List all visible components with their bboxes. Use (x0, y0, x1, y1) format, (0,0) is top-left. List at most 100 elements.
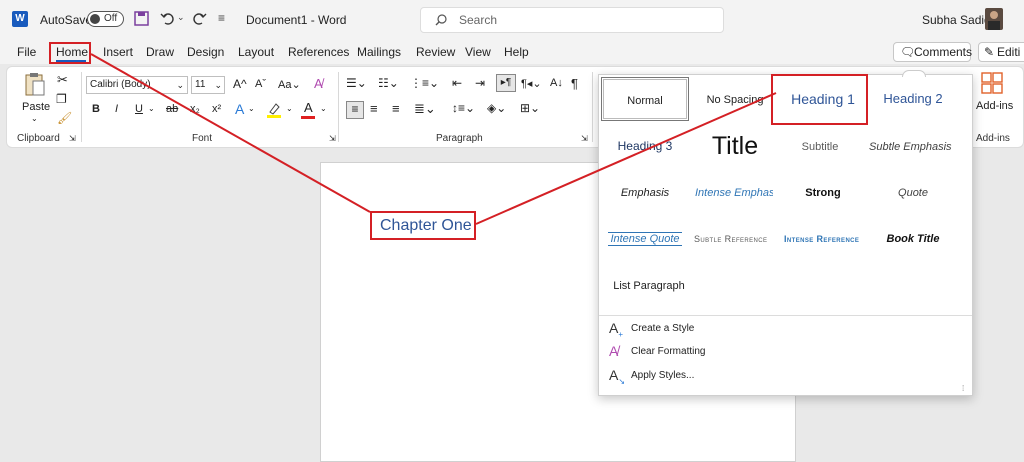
align-center-icon[interactable]: ≡ (370, 101, 378, 116)
justify-icon[interactable]: ≣⌄ (414, 101, 436, 117)
strikethrough-button[interactable]: ab (166, 103, 178, 115)
font-name-select[interactable]: Calibri (Body) ⌄ (86, 76, 188, 94)
apply-styles-icon: A↘ (609, 367, 626, 386)
show-marks-icon[interactable]: ¶ (571, 76, 578, 91)
avatar[interactable] (985, 8, 1003, 30)
underline-dropdown-icon[interactable]: ⌄ (148, 104, 155, 113)
comments-button[interactable]: 🗨 Comments (893, 42, 972, 62)
redo-icon[interactable] (191, 11, 207, 26)
undo-dropdown-icon[interactable]: ⌄ (177, 12, 185, 23)
style-normal[interactable]: Normal (601, 77, 689, 121)
editing-label: Editi (997, 45, 1021, 59)
highlight-dropdown-icon[interactable]: ⌄ (286, 104, 293, 113)
style-intense-emphasis[interactable]: Intense Emphasis (691, 170, 773, 214)
group-divider (81, 72, 82, 142)
save-icon[interactable] (134, 11, 149, 26)
style-strong[interactable]: Strong (779, 170, 867, 214)
paste-label[interactable]: Paste (22, 101, 50, 113)
subscript-button[interactable]: x₂ (190, 103, 200, 115)
bullets-icon[interactable]: ☰⌄ (346, 76, 367, 90)
style-label: Quote (898, 187, 928, 199)
editing-button[interactable]: ✎ Editi (978, 42, 1024, 62)
create-style-icon: A+ (609, 320, 624, 339)
tab-draw[interactable]: Draw (146, 45, 174, 59)
font-color-icon[interactable]: A (304, 100, 313, 115)
clipboard-launcher-icon[interactable]: ⇲ (69, 134, 76, 143)
clear-formatting-command[interactable]: Clear Formatting (631, 346, 705, 357)
customize-toolbar-icon[interactable]: ≡ (218, 11, 225, 25)
style-label: Normal (627, 95, 663, 107)
group-divider (338, 72, 339, 142)
tab-layout[interactable]: Layout (238, 45, 274, 59)
increase-indent-icon[interactable]: ⇥ (475, 76, 485, 90)
tab-file[interactable]: File (17, 45, 36, 59)
borders-icon[interactable]: ⊞⌄ (520, 101, 540, 115)
style-subtle-reference[interactable]: Subtle Reference (691, 216, 776, 260)
chapter-heading-text[interactable]: Chapter One (380, 217, 472, 235)
tab-mailings[interactable]: Mailings (357, 45, 401, 59)
font-color-dropdown-icon[interactable]: ⌄ (320, 104, 327, 113)
copy-icon[interactable]: ❐ (56, 92, 67, 106)
style-quote[interactable]: Quote (869, 170, 957, 214)
addins-icon[interactable] (981, 72, 1003, 94)
tab-review[interactable]: Review (416, 45, 455, 59)
apply-styles-command[interactable]: Apply Styles... (631, 370, 694, 381)
style-emphasis[interactable]: Emphasis (601, 170, 689, 214)
ltr-direction-icon[interactable]: ▸¶ (496, 74, 516, 92)
font-size-select[interactable]: 11 ⌄ (191, 76, 225, 94)
style-label: Subtle Reference (694, 234, 768, 244)
create-style-command[interactable]: Create a Style (631, 323, 694, 334)
clear-formatting-icon[interactable]: A̸ (314, 76, 323, 91)
style-label: Intense Reference (784, 234, 860, 244)
style-subtle-emphasis[interactable]: Subtle Emphasis (869, 124, 953, 168)
highlighter-icon[interactable] (266, 102, 282, 118)
addins-button-label[interactable]: Add-ins (976, 100, 1013, 112)
tab-help[interactable]: Help (504, 45, 529, 59)
tab-view[interactable]: View (465, 45, 491, 59)
style-heading-3[interactable]: Heading 3 (601, 124, 689, 168)
shading-icon[interactable]: ◈⌄ (487, 101, 506, 115)
sort-icon[interactable]: A↓ (550, 77, 563, 89)
style-heading-2[interactable]: Heading 2 (869, 77, 957, 121)
style-intense-quote[interactable]: Intense Quote (601, 216, 689, 260)
style-label: Intense Emphasis (695, 187, 773, 199)
paragraph-group-label: Paragraph (436, 133, 483, 144)
multilevel-list-icon[interactable]: ⋮≡⌄ (410, 76, 439, 90)
style-list-paragraph[interactable]: List Paragraph (601, 263, 697, 307)
decrease-indent-icon[interactable]: ⇤ (452, 76, 462, 90)
text-effects-dropdown-icon[interactable]: ⌄ (248, 104, 255, 113)
tab-insert[interactable]: Insert (103, 45, 133, 59)
paragraph-launcher-icon[interactable]: ⇲ (581, 134, 588, 143)
style-label: Strong (805, 187, 841, 199)
font-launcher-icon[interactable]: ⇲ (329, 134, 336, 143)
italic-button[interactable]: I (115, 103, 118, 115)
rtl-direction-icon[interactable]: ¶◂⌄ (521, 77, 542, 90)
paste-icon[interactable] (24, 72, 46, 98)
undo-icon[interactable] (160, 11, 176, 26)
underline-button[interactable]: U (135, 103, 143, 115)
bold-button[interactable]: B (92, 103, 100, 115)
style-intense-reference[interactable]: Intense Reference (779, 216, 863, 260)
change-case-icon[interactable]: Aa⌄ (278, 78, 301, 91)
align-left-icon[interactable]: ≡ (346, 101, 364, 119)
superscript-button[interactable]: x² (212, 103, 221, 115)
line-spacing-icon[interactable]: ↕≡⌄ (452, 101, 475, 115)
tab-references[interactable]: References (288, 45, 349, 59)
grow-font-icon[interactable]: A^ (233, 77, 247, 91)
autosave-toggle[interactable]: Off (87, 11, 124, 27)
resize-grip-icon[interactable]: ⁞ (962, 384, 964, 393)
paste-dropdown-icon[interactable]: ⌄ (31, 114, 38, 123)
shrink-font-icon[interactable]: Aˇ (255, 78, 266, 90)
text-effects-icon[interactable]: A (235, 101, 244, 117)
format-painter-icon[interactable]: 🖌 (57, 111, 72, 125)
style-no-spacing[interactable]: No Spacing (691, 77, 779, 121)
style-label: Subtitle (801, 141, 839, 153)
align-right-icon[interactable]: ≡ (392, 101, 400, 116)
search-box[interactable]: Search (420, 7, 724, 33)
cut-icon[interactable]: ✂ (57, 72, 68, 88)
style-title[interactable]: Title (691, 124, 779, 168)
style-book-title[interactable]: Book Title (869, 216, 957, 260)
numbering-icon[interactable]: ☷⌄ (378, 76, 399, 90)
tab-design[interactable]: Design (187, 45, 224, 59)
style-subtitle[interactable]: Subtitle (776, 124, 864, 168)
